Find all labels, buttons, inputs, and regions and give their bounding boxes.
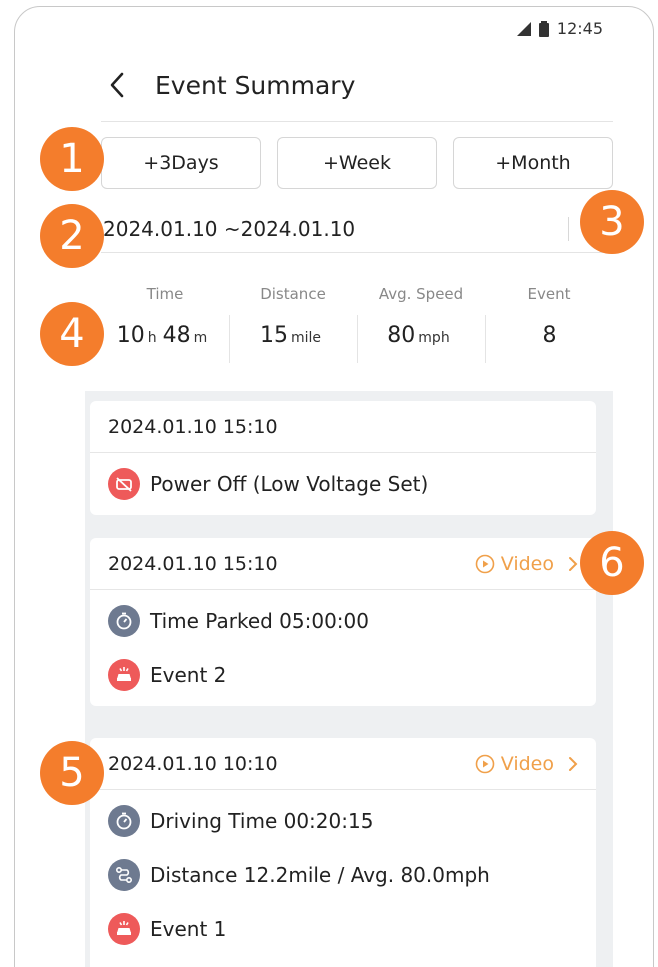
power-off-icon (108, 468, 140, 500)
video-link[interactable]: Video (475, 553, 578, 575)
summary-stats: Time 10 h 48 m Distance 15 mile Avg. Speed 8… (101, 281, 613, 371)
date-range-text: 2024.01.10 ~2024.01.10 (103, 216, 356, 241)
stat-time-label: Time (146, 285, 184, 303)
signal-icon (516, 21, 531, 36)
range-week-button[interactable]: +Week (277, 137, 437, 189)
stat-time: Time 10 h 48 m (101, 281, 229, 371)
stat-time-value: 10 h 48 m (101, 315, 229, 363)
stat-time-hours-unit: h (147, 330, 157, 346)
status-bar: 12:45 (516, 19, 603, 38)
event-card-header: 2024.01.10 10:10 Video (90, 738, 596, 790)
event-row: Driving Time 00:20:15 (108, 794, 578, 848)
stat-speed-value: 80 mph (357, 315, 485, 363)
route-icon (108, 859, 140, 891)
event-row: Distance 12.2mile / Avg. 80.0mph (108, 848, 578, 902)
callout-badge: 1 (40, 127, 104, 191)
event-row-text: Power Off (Low Voltage Set) (150, 472, 429, 496)
event-row-text: Driving Time 00:20:15 (150, 809, 374, 833)
stat-event: Event 8 (485, 281, 613, 371)
battery-icon (538, 20, 549, 37)
stat-event-label: Event (527, 285, 571, 303)
stat-speed-unit: mph (418, 330, 450, 346)
event-card-body: Driving Time 00:20:15 Distance 12.2mile … (90, 790, 596, 960)
event-card[interactable]: 2024.01.10 10:10 Video Driving Time 00:2… (90, 738, 596, 967)
video-label: Video (500, 752, 554, 775)
stat-time-hours: 10 (116, 323, 145, 348)
range-buttons: +3Days +Week +Month (101, 137, 613, 189)
stat-distance-label: Distance (260, 285, 326, 303)
car-crash-icon (108, 913, 140, 945)
event-row: Event 2 (108, 648, 578, 702)
stat-distance-number: 15 (259, 323, 288, 348)
event-datetime: 2024.01.10 15:10 (108, 415, 278, 438)
date-range-row: 2024.01.10 ~2024.01.10 (101, 205, 613, 253)
stat-distance-value: 15 mile (229, 315, 357, 363)
stat-event-number: 8 (542, 323, 557, 348)
stat-speed-label: Avg. Speed (378, 285, 464, 303)
event-card-body: Power Off (Low Voltage Set) (90, 453, 596, 515)
chevron-left-icon (110, 72, 124, 98)
stat-distance: Distance 15 mile (229, 281, 357, 371)
callout-badge: 4 (40, 302, 104, 366)
back-button[interactable] (99, 67, 135, 103)
callout-badge: 5 (40, 741, 104, 805)
callout-badge: 3 (580, 190, 644, 254)
stat-event-value: 8 (485, 315, 613, 363)
page-title: Event Summary (155, 70, 356, 100)
event-datetime: 2024.01.10 15:10 (108, 552, 278, 575)
stat-speed: Avg. Speed 80 mph (357, 281, 485, 371)
stopwatch-icon (108, 605, 140, 637)
stat-distance-unit: mile (290, 330, 322, 346)
stat-time-minutes-unit: m (193, 330, 208, 346)
stopwatch-icon (108, 805, 140, 837)
event-datetime: 2024.01.10 10:10 (108, 752, 278, 775)
event-row-text: Event 1 (150, 917, 227, 941)
car-crash-icon (108, 659, 140, 691)
range-3days-button[interactable]: +3Days (101, 137, 261, 189)
stat-time-minutes: 48 (162, 323, 191, 348)
event-row: Event 1 (108, 902, 578, 956)
event-card[interactable]: 2024.01.10 15:10 Video Time Parked 05:00… (90, 538, 596, 706)
play-circle-icon (475, 554, 495, 573)
range-month-button[interactable]: +Month (453, 137, 613, 189)
event-row-text: Time Parked 05:00:00 (150, 609, 369, 633)
event-row-text: Distance 12.2mile / Avg. 80.0mph (150, 863, 490, 887)
event-row: Power Off (Low Voltage Set) (108, 457, 578, 511)
header-divider (101, 121, 613, 122)
event-card[interactable]: 2024.01.10 15:10 Power Off (Low Voltage … (90, 401, 596, 515)
video-link[interactable]: Video (475, 753, 578, 775)
callout-badge: 6 (580, 531, 644, 595)
chevron-right-icon (569, 756, 578, 771)
video-label: Video (500, 552, 554, 575)
event-row: Time Parked 05:00:00 (108, 594, 578, 648)
stat-speed-number: 80 (387, 323, 416, 348)
calendar-divider (568, 216, 569, 241)
event-card-header: 2024.01.10 15:10 Video (90, 538, 596, 590)
event-card-body: Time Parked 05:00:00 Event 2 (90, 590, 596, 706)
app-header: Event Summary (99, 67, 355, 103)
callout-badge: 2 (40, 204, 104, 268)
chevron-right-icon (569, 556, 578, 571)
event-row-text: Event 2 (150, 663, 227, 687)
event-card-header: 2024.01.10 15:10 (90, 401, 596, 453)
status-time: 12:45 (556, 19, 603, 38)
play-circle-icon (475, 754, 495, 773)
